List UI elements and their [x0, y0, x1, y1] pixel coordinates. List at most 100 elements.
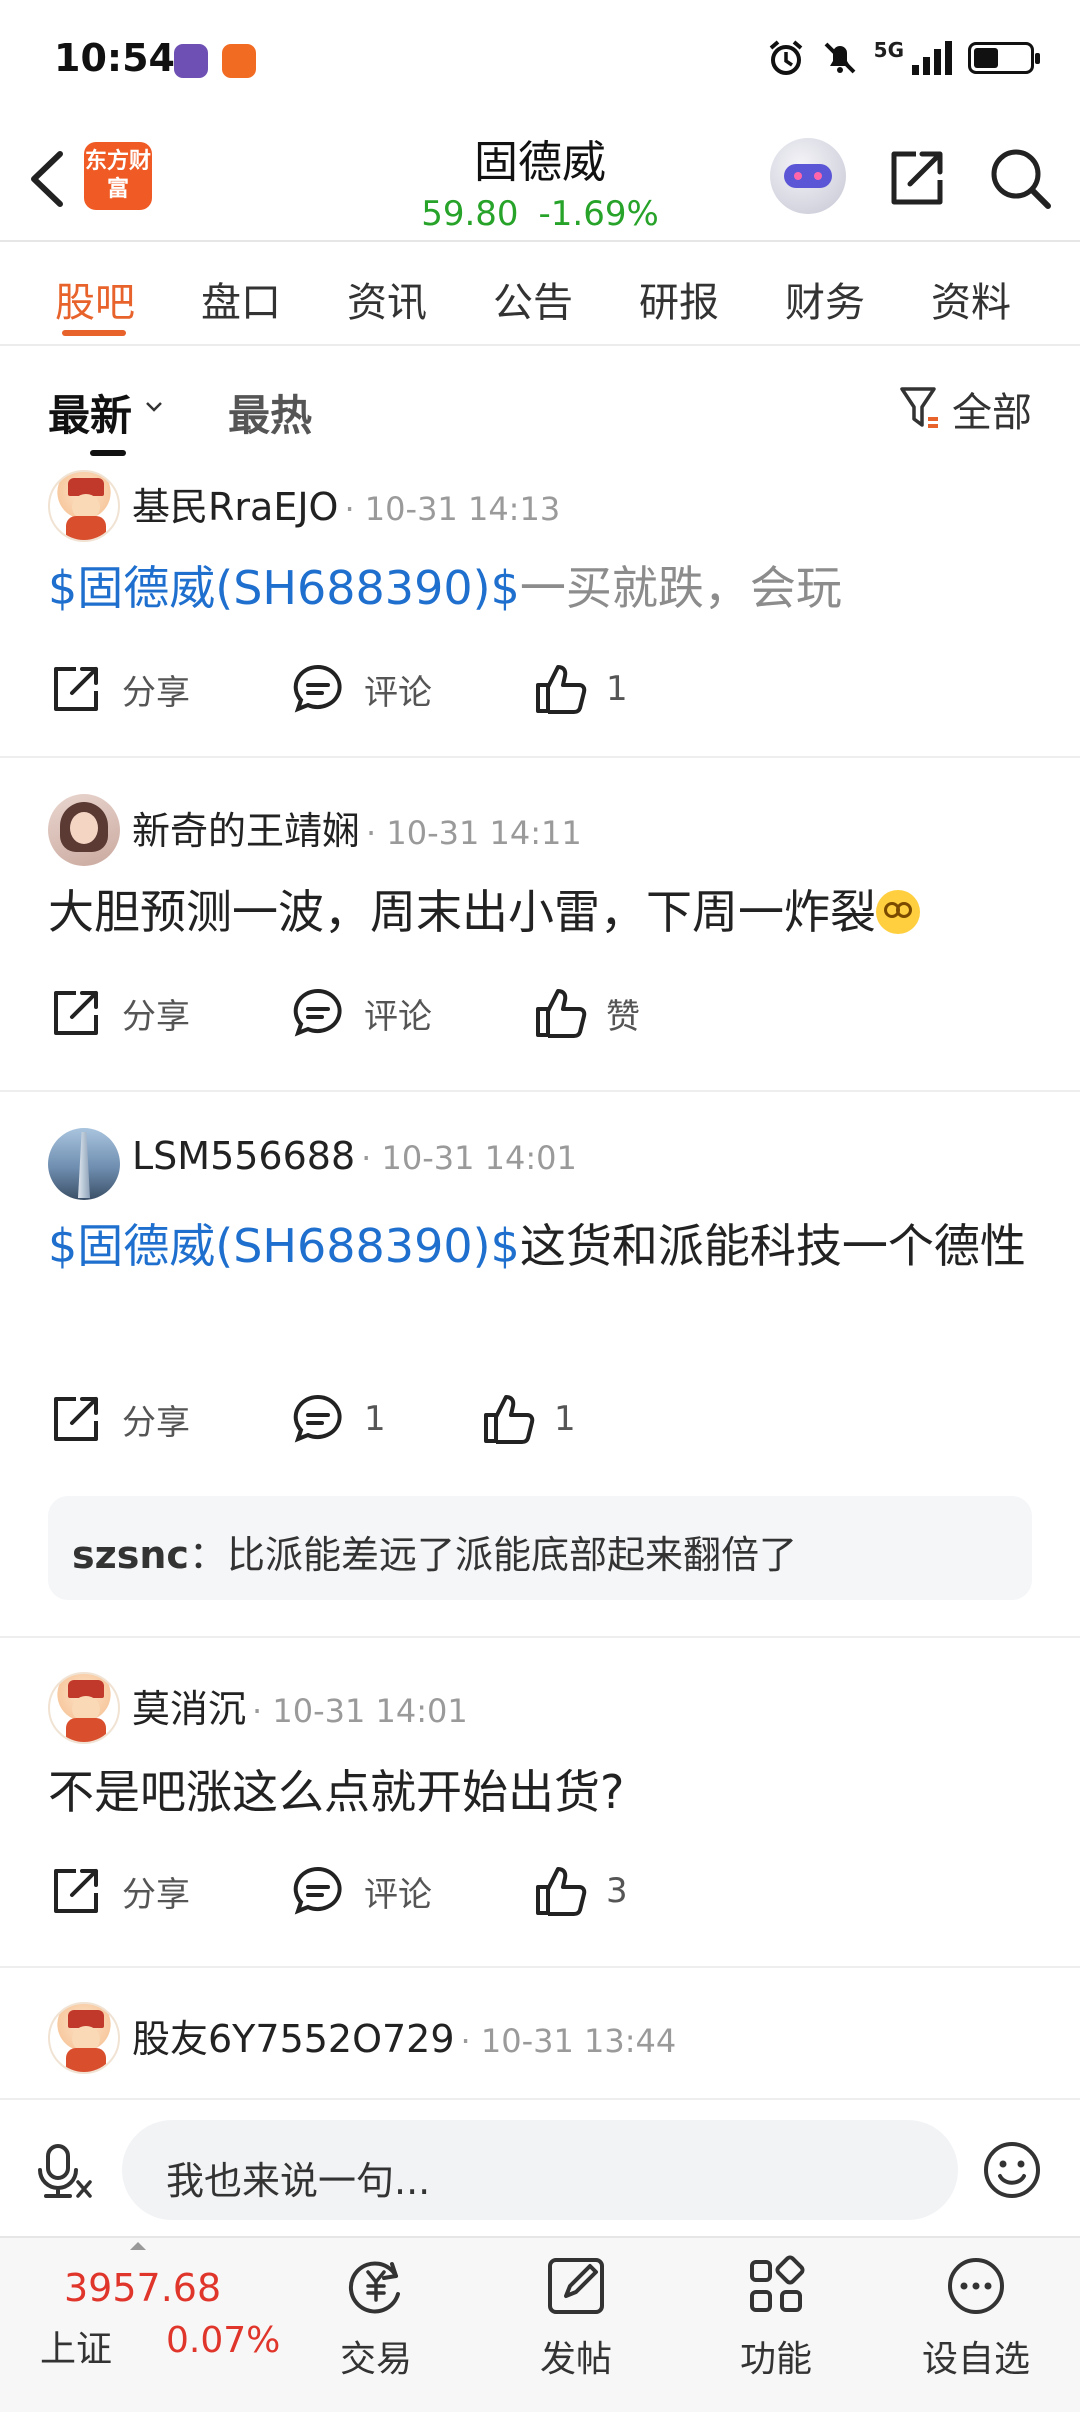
- username[interactable]: 基民RraEJO: [132, 485, 338, 529]
- share-icon: [54, 667, 98, 711]
- comment-button[interactable]: 评论: [290, 1856, 432, 1926]
- alarm-icon: [769, 40, 802, 75]
- reply-author[interactable]: szsnc: [72, 1533, 189, 1577]
- search-icon[interactable]: [984, 142, 1056, 214]
- thumbs-up-icon: [536, 989, 587, 1038]
- sort-latest[interactable]: 最新: [48, 382, 132, 443]
- chevron-up-icon[interactable]: [128, 2240, 148, 2252]
- compose-icon: [548, 2258, 604, 2314]
- username[interactable]: 股友6Y7552O729: [132, 2017, 455, 2061]
- stock-quote: 59.80 -1.69%: [340, 194, 740, 234]
- mute-icon: [824, 42, 856, 74]
- stock-tag-link[interactable]: $固德威(SH688390)$: [48, 1219, 520, 1273]
- comment-button[interactable]: 评论: [290, 978, 432, 1048]
- index-value: 3957.68: [64, 2266, 222, 2310]
- post-time: · 10-31 14:13: [344, 490, 561, 528]
- post-text: 不是吧涨这么点就开始出货?: [48, 1765, 625, 1819]
- section-tabs: 股吧 盘口 资讯 公告 研报 财务 资料: [0, 244, 1080, 346]
- like-button[interactable]: 1: [480, 1384, 576, 1454]
- share-label: 分享: [122, 996, 190, 1037]
- avatar[interactable]: [48, 2002, 120, 2074]
- grid-apps-icon: [750, 2255, 805, 2312]
- avatar[interactable]: [48, 1672, 120, 1744]
- stock-header: 东方财富 固德威 59.80 -1.69%: [0, 120, 1080, 242]
- status-icons: 5G: [766, 38, 1040, 78]
- post-content[interactable]: 大胆预测一波，周末出小雷，下周一炸裂: [48, 876, 1038, 948]
- username[interactable]: 新奇的王靖娴: [132, 809, 360, 853]
- post-item[interactable]: 股友6Y7552O729 · 10-31 13:44: [0, 1968, 1080, 2098]
- tab-announcements[interactable]: 公告: [460, 244, 606, 344]
- comment-button[interactable]: 评论: [290, 654, 432, 724]
- username[interactable]: LSM556688: [132, 1134, 355, 1178]
- comment-button[interactable]: 1: [290, 1384, 386, 1454]
- comment-input-bar: 我也来说一句...: [0, 2098, 1080, 2236]
- share-icon: [54, 1869, 98, 1913]
- back-arrow-icon[interactable]: [20, 144, 80, 214]
- stock-change: -1.69%: [538, 194, 659, 234]
- tab-research[interactable]: 研报: [606, 244, 752, 344]
- like-button[interactable]: 3: [532, 1856, 628, 1926]
- post-author: LSM556688 · 10-31 14:01: [132, 1134, 577, 1178]
- reply-preview[interactable]: szsnc：比派能差远了派能底部起来翻倍了: [48, 1496, 1032, 1600]
- sort-bar: 最新 最热 全部: [0, 346, 1080, 456]
- stock-tag-link[interactable]: $固德威(SH688390)$: [48, 561, 520, 615]
- chevron-down-icon[interactable]: [143, 396, 165, 418]
- post-content[interactable]: $固德威(SH688390)$一买就跌，会玩: [48, 552, 1038, 624]
- tab-guba[interactable]: 股吧: [22, 244, 168, 344]
- share-icon: [54, 1397, 98, 1441]
- share-button[interactable]: 分享: [48, 1856, 190, 1926]
- post-content[interactable]: 不是吧涨这么点就开始出货?: [48, 1756, 1038, 1828]
- share-button[interactable]: 分享: [48, 1384, 190, 1454]
- signal-icon: [912, 41, 952, 75]
- avatar[interactable]: [48, 794, 120, 866]
- thumbs-up-icon: [484, 1395, 535, 1444]
- filter-button[interactable]: 全部: [898, 380, 1032, 438]
- post-item[interactable]: 新奇的王靖娴 · 10-31 14:11 大胆预测一波，周末出小雷，下周一炸裂 分…: [0, 758, 1080, 1092]
- status-time: 10:54: [54, 36, 175, 80]
- share-button[interactable]: 分享: [48, 654, 190, 724]
- nav-trade[interactable]: 交易: [296, 2254, 456, 2382]
- avatar[interactable]: [48, 1128, 120, 1200]
- post-author: 新奇的王靖娴 · 10-31 14:11: [132, 800, 582, 855]
- nav-functions[interactable]: 功能: [696, 2254, 856, 2382]
- post-item[interactable]: LSM556688 · 10-31 14:01 $固德威(SH688390)$这货…: [0, 1092, 1080, 1638]
- share-button[interactable]: 分享: [48, 978, 190, 1048]
- index-name: 上证: [40, 2329, 113, 2370]
- like-count: 赞: [606, 996, 640, 1037]
- post-content[interactable]: $固德威(SH688390)$这货和派能科技一个德性: [48, 1210, 1038, 1282]
- post-author: 基民RraEJO · 10-31 14:13: [132, 476, 560, 531]
- avatar[interactable]: [48, 470, 120, 542]
- filter-label: 全部: [952, 390, 1032, 436]
- post-time: · 10-31 13:44: [460, 2022, 677, 2060]
- comment-count: 评论: [364, 996, 432, 1037]
- post-text: 大胆预测一波，周末出小雷，下周一炸裂: [48, 885, 876, 939]
- filter-icon: [900, 387, 938, 428]
- tab-financials[interactable]: 财务: [752, 244, 898, 344]
- tab-news[interactable]: 资讯: [314, 244, 460, 344]
- nav-add-watchlist[interactable]: 设自选: [896, 2254, 1056, 2382]
- share-label: 分享: [122, 1402, 190, 1443]
- post-text: 这货和派能科技一个德性: [519, 1219, 1026, 1273]
- tab-pankou[interactable]: 盘口: [168, 244, 314, 344]
- like-count: 1: [606, 669, 628, 709]
- like-count: 3: [606, 1871, 628, 1911]
- share-icon[interactable]: [880, 142, 952, 214]
- username[interactable]: 莫消沉: [132, 1687, 246, 1731]
- like-count: 1: [554, 1399, 576, 1439]
- app-notification-icon: [222, 44, 256, 78]
- comment-input[interactable]: 我也来说一句...: [122, 2120, 958, 2220]
- brand-logo[interactable]: 东方财富: [84, 142, 152, 210]
- nav-post[interactable]: 发帖: [496, 2254, 656, 2382]
- emoji-picker-icon[interactable]: [982, 2140, 1042, 2200]
- voice-input-icon[interactable]: [34, 2140, 96, 2202]
- tab-profile[interactable]: 资料: [898, 244, 1044, 344]
- like-button[interactable]: 1: [532, 654, 628, 724]
- sort-hot[interactable]: 最热: [228, 382, 312, 443]
- post-item[interactable]: 基民RraEJO · 10-31 14:13 $固德威(SH688390)$一买就…: [0, 456, 1080, 758]
- share-label: 分享: [122, 1874, 190, 1915]
- like-button[interactable]: 赞: [532, 978, 640, 1048]
- ai-assistant-icon[interactable]: [770, 138, 846, 214]
- post-item[interactable]: 莫消沉 · 10-31 14:01 不是吧涨这么点就开始出货? 分享 评论 3: [0, 1638, 1080, 1968]
- nav-label: 发帖: [539, 2339, 612, 2380]
- post-author: 莫消沉 · 10-31 14:01: [132, 1678, 468, 1733]
